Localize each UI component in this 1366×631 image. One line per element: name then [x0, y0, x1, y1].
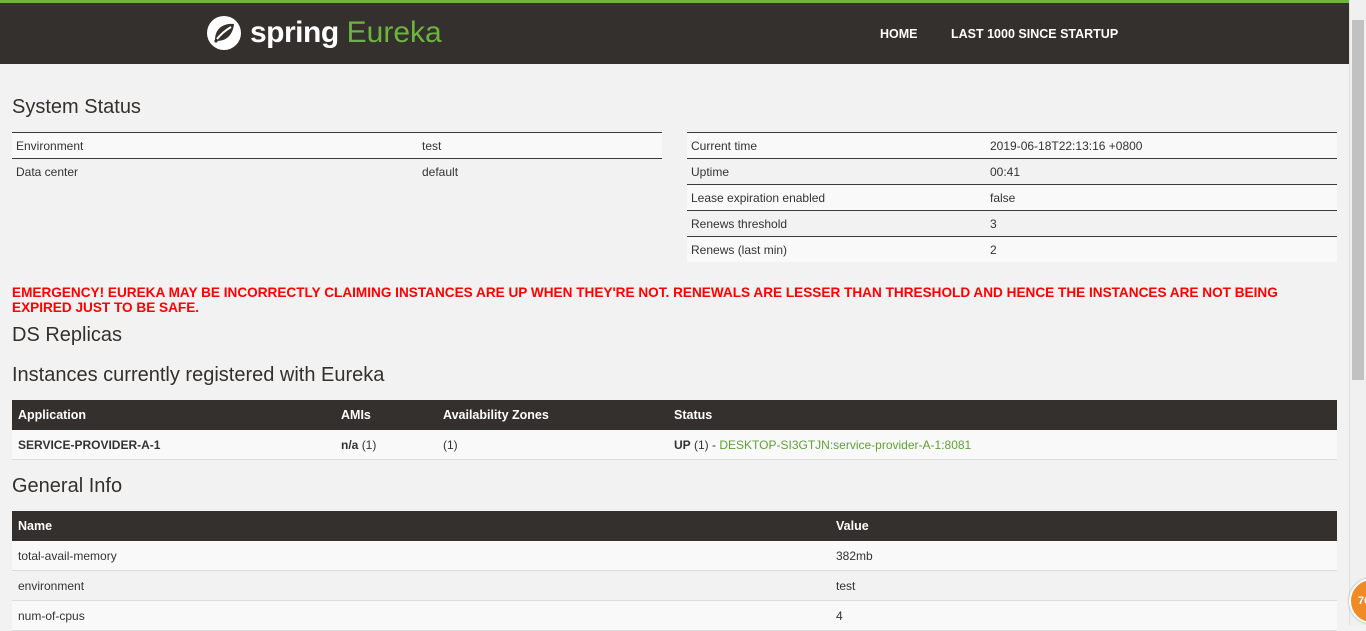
table-row: total-avail-memory 382mb — [12, 541, 1337, 571]
system-status-left-table: Environment test Data center default — [12, 132, 662, 184]
spring-leaf-icon — [206, 15, 242, 51]
col-name: Name — [12, 511, 830, 541]
lease-expiration-key: Lease expiration enabled — [687, 184, 986, 211]
instances-table: Application AMIs Availability Zones Stat… — [12, 400, 1337, 460]
scrollbar-thumb[interactable] — [1352, 20, 1364, 380]
table-row: SERVICE-PROVIDER-A-1 n/a (1) (1) UP (1) … — [12, 430, 1337, 460]
table-row: Uptime 00:41 — [687, 158, 1337, 185]
table-row: Environment test — [12, 132, 662, 159]
system-status-right-table: Current time 2019-06-18T22:13:16 +0800 U… — [687, 132, 1337, 262]
general-info-title: General Info — [12, 475, 123, 497]
datacenter-value: default — [418, 158, 662, 184]
table-header-row: Application AMIs Availability Zones Stat… — [12, 400, 1337, 430]
uptime-key: Uptime — [687, 158, 986, 185]
system-status-title: System Status — [12, 96, 141, 118]
current-time-key: Current time — [687, 132, 986, 159]
table-row: environment test — [12, 570, 1337, 601]
instances-title: Instances currently registered with Eure… — [12, 364, 385, 386]
renews-threshold-key: Renews threshold — [687, 210, 986, 237]
instance-link[interactable]: DESKTOP-SI3GTJN:service-provider-A-1:808… — [719, 438, 971, 452]
info-value: 4 — [830, 600, 1337, 631]
table-row: Renews threshold 3 — [687, 210, 1337, 237]
status-cell: UP (1) - DESKTOP-SI3GTJN:service-provide… — [668, 430, 1337, 460]
current-time-value: 2019-06-18T22:13:16 +0800 — [986, 132, 1337, 159]
renews-last-min-value: 2 — [986, 236, 1337, 262]
lease-expiration-value: false — [986, 184, 1337, 211]
col-availability-zones: Availability Zones — [437, 400, 668, 430]
renews-last-min-key: Renews (last min) — [687, 236, 986, 262]
info-name: environment — [12, 570, 830, 601]
table-row: Current time 2019-06-18T22:13:16 +0800 — [687, 132, 1337, 159]
datacenter-key: Data center — [12, 158, 418, 184]
renews-threshold-value: 3 — [986, 210, 1337, 237]
brand-eureka: Eureka — [346, 16, 442, 49]
nav-home-link[interactable]: HOME — [880, 27, 918, 41]
info-value: test — [830, 570, 1337, 601]
status-up: UP — [674, 437, 691, 452]
amis-cell: n/a (1) — [335, 430, 437, 460]
info-name: total-avail-memory — [12, 541, 830, 571]
amis-value: n/a — [341, 437, 359, 452]
env-value: test — [418, 132, 662, 159]
table-row: Lease expiration enabled false — [687, 184, 1337, 211]
col-value: Value — [830, 511, 1337, 541]
info-name: num-of-cpus — [12, 600, 830, 631]
navbar: spring Eureka HOME LAST 1000 SINCE START… — [0, 3, 1349, 64]
zones-cell: (1) — [437, 430, 668, 460]
col-status: Status — [668, 400, 1337, 430]
col-application: Application — [12, 400, 335, 430]
col-amis: AMIs — [335, 400, 437, 430]
table-header-row: Name Value — [12, 511, 1337, 541]
table-row: Data center default — [12, 158, 662, 184]
vertical-scrollbar[interactable] — [1349, 0, 1366, 625]
table-row: Renews (last min) 2 — [687, 236, 1337, 262]
amis-count: (1) — [361, 437, 377, 452]
ds-replicas-title: DS Replicas — [12, 324, 123, 346]
brand-spring: spring — [250, 16, 339, 49]
status-count: (1) - — [694, 437, 717, 452]
info-value: 382mb — [830, 541, 1337, 571]
table-row: num-of-cpus 4 — [12, 600, 1337, 631]
nav-last-1000-link[interactable]: LAST 1000 SINCE STARTUP — [951, 27, 1118, 41]
env-key: Environment — [12, 132, 418, 159]
general-info-table: Name Value total-avail-memory 382mb envi… — [12, 511, 1337, 631]
emergency-warning: EMERGENCY! EUREKA MAY BE INCORRECTLY CLA… — [12, 285, 1278, 315]
brand-logo[interactable]: spring Eureka — [206, 13, 442, 53]
application-name: SERVICE-PROVIDER-A-1 — [12, 430, 335, 460]
uptime-value: 00:41 — [986, 158, 1337, 185]
